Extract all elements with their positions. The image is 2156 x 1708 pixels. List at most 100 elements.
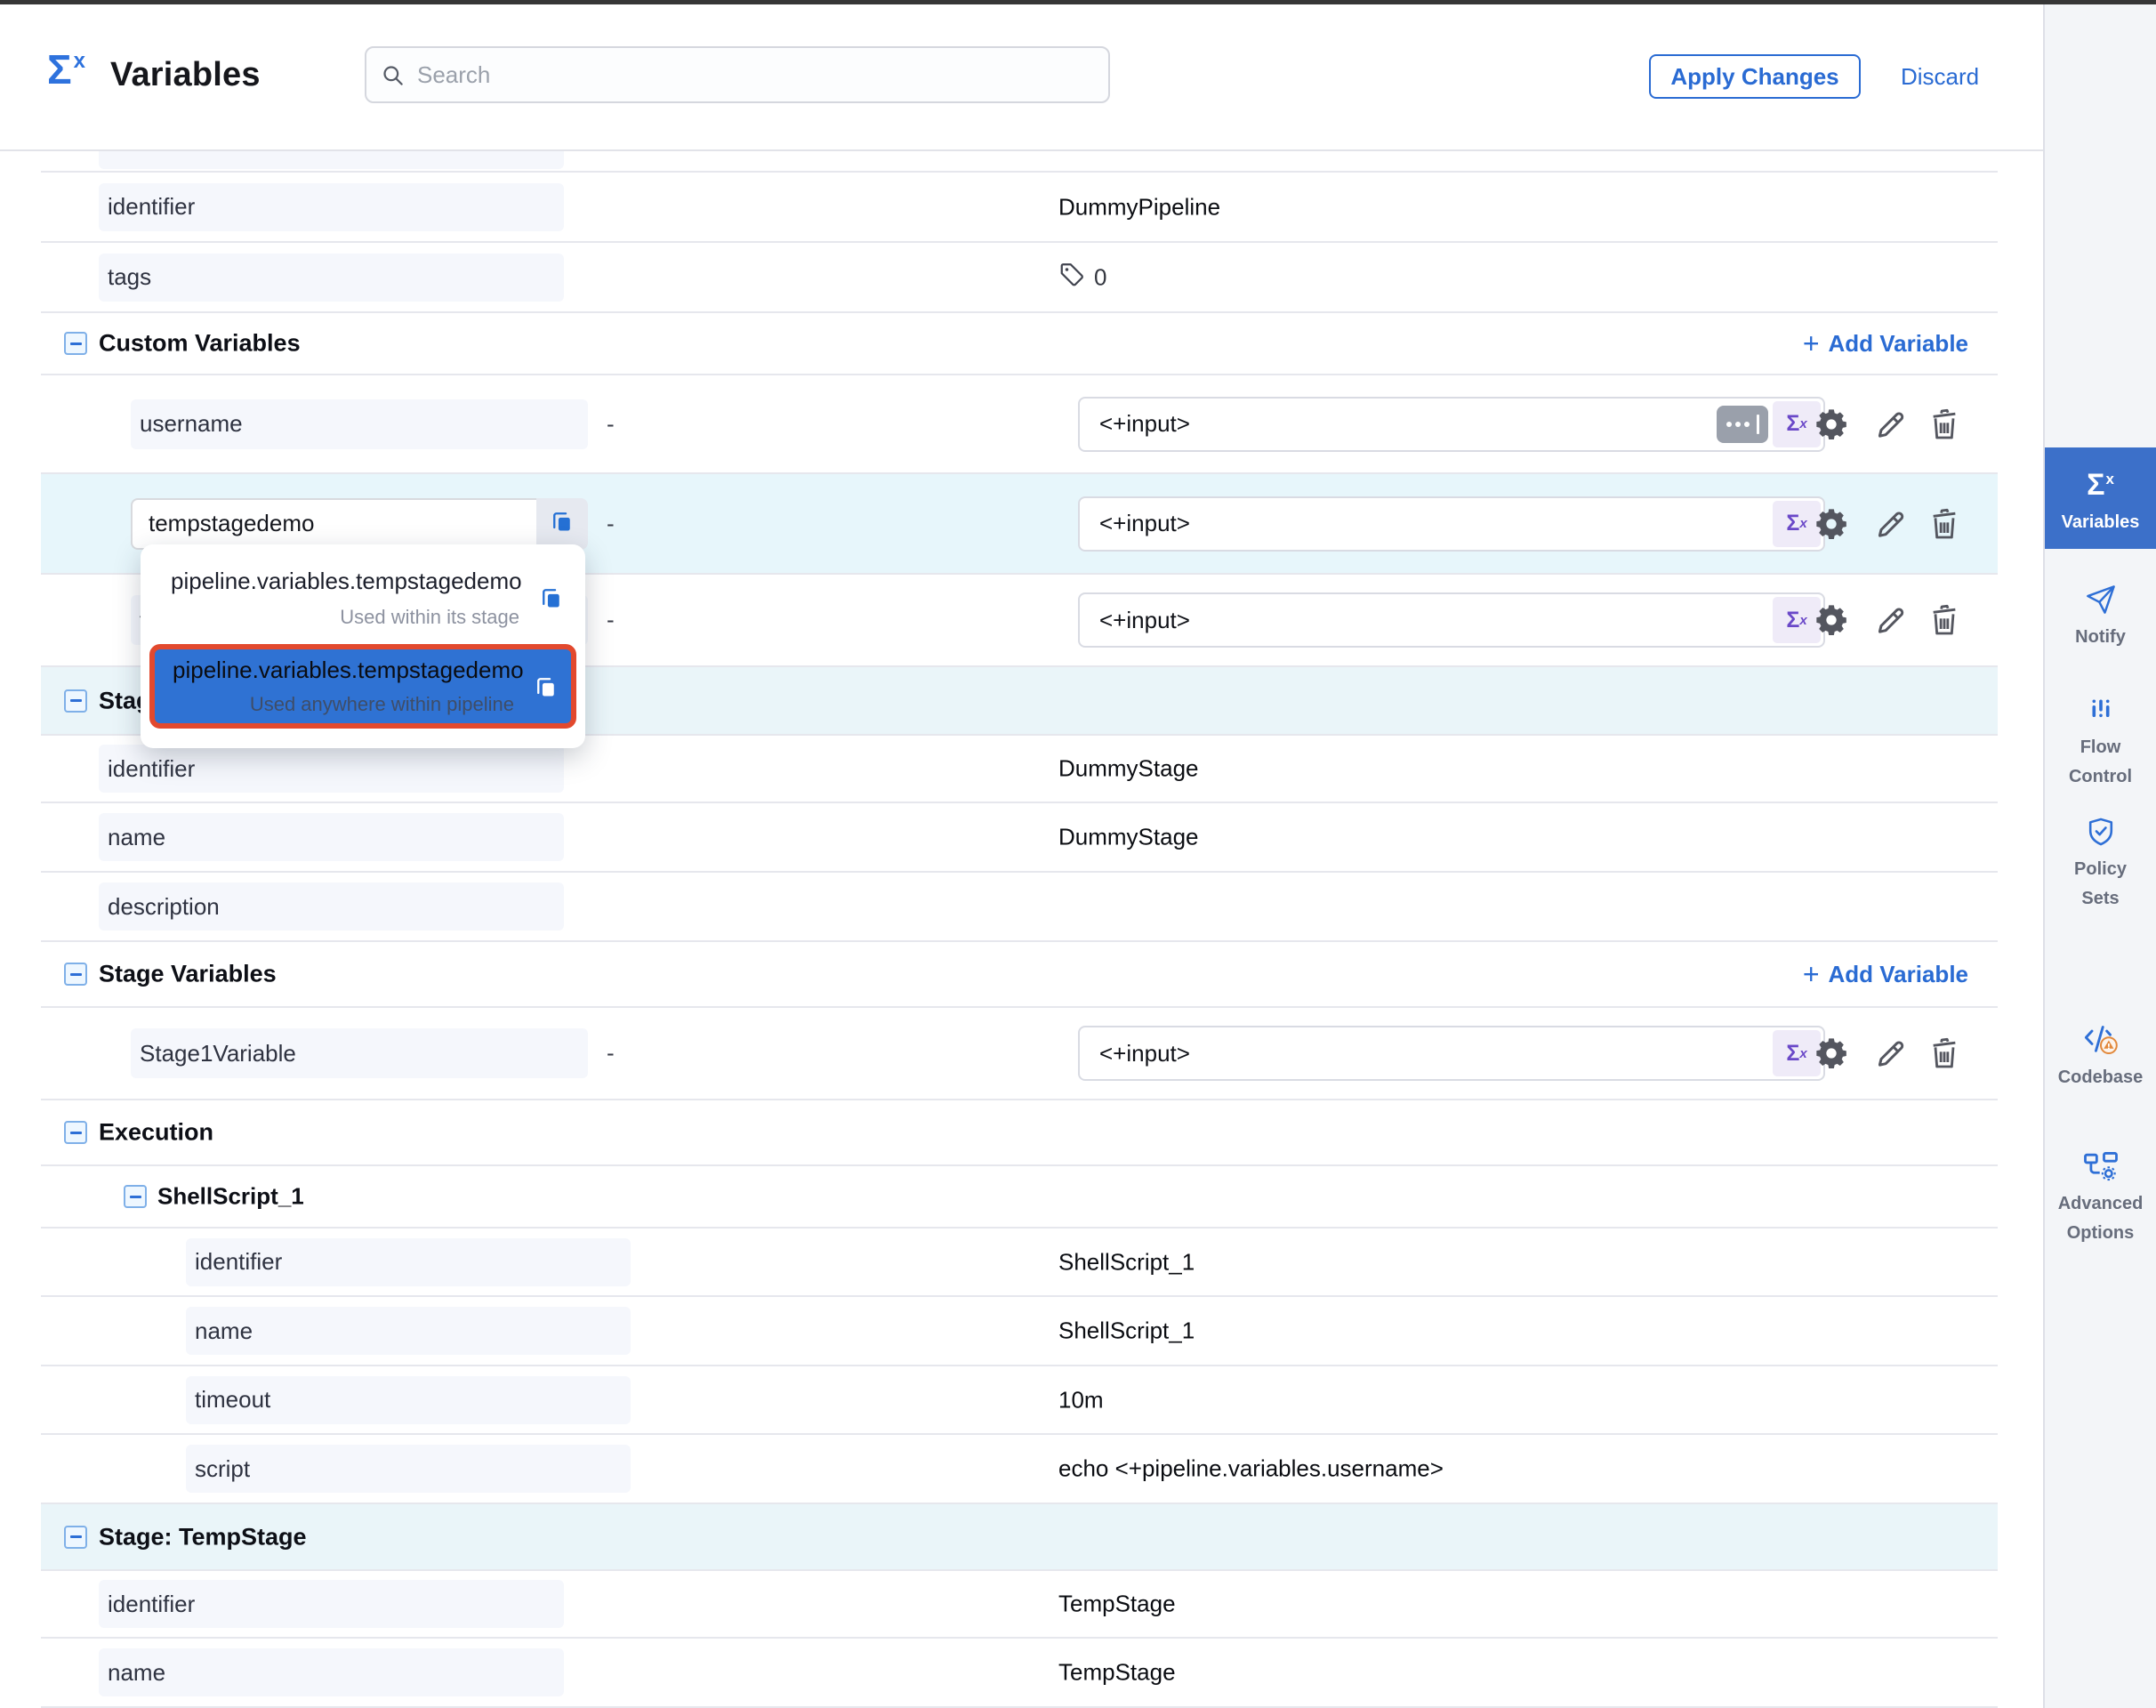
sidebar-item-label: Notify bbox=[2045, 626, 2156, 649]
trash-icon bbox=[1927, 1059, 1962, 1075]
search-placeholder: Search bbox=[417, 61, 490, 89]
copy-menu-item-subtitle: Used within its stage bbox=[149, 606, 527, 629]
variable-value-input[interactable]: <+input>Σx bbox=[1078, 496, 1825, 552]
collapse-minus-icon[interactable] bbox=[64, 689, 87, 713]
variable-value-input[interactable]: <+input>Σx bbox=[1078, 592, 1825, 648]
field-label: name bbox=[195, 1317, 253, 1345]
discard-button[interactable]: Discard bbox=[1901, 63, 1979, 91]
sidebar-item-variables[interactable]: Σx Variables bbox=[2045, 447, 2156, 549]
variable-value-input[interactable]: <+input>Σx bbox=[1078, 1026, 1825, 1081]
sidebar-item-label: Options bbox=[2045, 1222, 2156, 1245]
trash-icon bbox=[1927, 626, 1962, 641]
variable-value-text: <+input> bbox=[1099, 410, 1823, 438]
delete-variable-button[interactable] bbox=[1927, 1035, 1962, 1071]
apply-changes-button[interactable]: Apply Changes bbox=[1649, 54, 1861, 99]
field-value: DummyPipeline bbox=[1058, 193, 1220, 221]
plus-icon: + bbox=[1803, 329, 1820, 358]
sigma-x-icon: Σx bbox=[2045, 465, 2156, 504]
required-dash: - bbox=[607, 510, 615, 537]
field-label-box: timeout bbox=[186, 1376, 631, 1424]
field-label: name bbox=[108, 1659, 165, 1687]
pencil-icon bbox=[1873, 431, 1909, 446]
table-row: scriptecho <+pipeline.variables.username… bbox=[41, 1435, 1998, 1504]
field-label: identifier bbox=[195, 1248, 282, 1276]
add-variable-button[interactable]: +Add Variable bbox=[1803, 329, 1968, 358]
collapse-minus-icon[interactable] bbox=[64, 1526, 87, 1549]
table-row: identifierDummyPipeline bbox=[41, 173, 1998, 243]
edit-variable-button[interactable] bbox=[1873, 1035, 1909, 1071]
collapse-minus-icon[interactable] bbox=[124, 1185, 147, 1208]
variable-value-input[interactable]: <+input>Σx bbox=[1078, 397, 1825, 452]
field-label: timeout bbox=[195, 1386, 270, 1414]
field-label-box: script bbox=[186, 1445, 631, 1493]
required-dash: - bbox=[607, 1040, 615, 1068]
edit-variable-button[interactable] bbox=[1873, 602, 1909, 638]
sidebar-item-label: Variables bbox=[2045, 512, 2156, 534]
section-row: Stage Variables+Add Variable bbox=[41, 942, 1998, 1008]
delete-variable-button[interactable] bbox=[1927, 407, 1962, 442]
variable-settings-button[interactable] bbox=[1814, 1035, 1849, 1071]
ellipsis-badge[interactable] bbox=[1717, 406, 1768, 443]
copy-icon[interactable] bbox=[527, 585, 576, 610]
field-label-box: name bbox=[99, 1648, 564, 1696]
variable-name: Stage1Variable bbox=[140, 1040, 296, 1068]
sidebar-item-label: Control bbox=[2045, 766, 2156, 788]
table-row: name DummyStage bbox=[41, 803, 1998, 873]
copy-name-button[interactable] bbox=[536, 498, 588, 550]
sidebar-item-label: Advanced bbox=[2045, 1193, 2156, 1215]
edit-variable-button[interactable] bbox=[1873, 506, 1909, 542]
variable-name: tempstagedemo bbox=[149, 510, 314, 537]
sidebar-item-advanced-options[interactable]: Advanced Options bbox=[2045, 1147, 2156, 1245]
delete-variable-button[interactable] bbox=[1927, 602, 1962, 638]
collapse-minus-icon[interactable] bbox=[64, 963, 87, 986]
table-row: tags 0 bbox=[41, 243, 1998, 313]
field-label: description bbox=[108, 893, 220, 921]
variable-name-box: username bbox=[131, 399, 588, 449]
sidebar-item-notify[interactable]: Notify bbox=[2045, 580, 2156, 649]
copy-menu-item[interactable]: pipeline.variables.tempstagedemo Used wit… bbox=[149, 552, 576, 644]
copy-menu-item-title: pipeline.variables.tempstagedemo bbox=[173, 657, 521, 684]
copy-menu-item-title: pipeline.variables.tempstagedemo bbox=[171, 568, 527, 595]
variable-settings-button[interactable] bbox=[1814, 602, 1849, 638]
variable-name-input[interactable]: tempstagedemo bbox=[131, 498, 588, 550]
copy-icon[interactable] bbox=[521, 674, 571, 699]
variable-settings-button[interactable] bbox=[1814, 407, 1849, 442]
sidebar-item-label: Policy bbox=[2045, 858, 2156, 881]
variable-name: username bbox=[140, 410, 243, 438]
add-variable-button[interactable]: +Add Variable bbox=[1803, 960, 1968, 988]
partial-label-box bbox=[99, 151, 564, 169]
field-label: identifier bbox=[108, 755, 195, 783]
tags-count: 0 bbox=[1094, 263, 1106, 291]
collapse-minus-icon[interactable] bbox=[64, 332, 87, 355]
trash-icon bbox=[1927, 431, 1962, 446]
sidebar-item-flow-control[interactable]: FlowControl bbox=[2045, 690, 2156, 788]
variable-name-text-box[interactable]: tempstagedemo bbox=[131, 498, 536, 550]
search-input[interactable]: Search bbox=[365, 46, 1110, 103]
table-row: identifierTempStage bbox=[41, 1571, 1998, 1639]
tags-chip[interactable]: 0 bbox=[1058, 261, 1106, 294]
table-row: identifierShellScript_1 bbox=[41, 1229, 1998, 1297]
field-label: name bbox=[108, 824, 165, 851]
field-value: 10m bbox=[1058, 1386, 1104, 1414]
sidebar-item-codebase[interactable]: Codebase bbox=[2045, 1020, 2156, 1089]
field-label-box: description bbox=[99, 882, 564, 931]
copy-menu-item-text: pipeline.variables.tempstagedemo Used wit… bbox=[149, 568, 527, 629]
delete-variable-button[interactable] bbox=[1927, 506, 1962, 542]
table-row: nameShellScript_1 bbox=[41, 1297, 1998, 1366]
copy-menu-item-selected[interactable]: pipeline.variables.tempstagedemoUsed any… bbox=[149, 644, 576, 729]
variable-settings-button[interactable] bbox=[1814, 506, 1849, 542]
section-row: Execution bbox=[41, 1100, 1998, 1166]
edit-variable-button[interactable] bbox=[1873, 407, 1909, 442]
sidebar-item-policy-sets[interactable]: PolicySets bbox=[2045, 812, 2156, 910]
field-label-box: identifier bbox=[186, 1238, 631, 1286]
pencil-icon bbox=[1873, 1059, 1909, 1075]
copy-icon bbox=[550, 509, 575, 538]
paper-plane-icon bbox=[2045, 580, 2156, 619]
field-label: tags bbox=[108, 263, 151, 291]
table-row: DummyPipeline bbox=[41, 149, 1998, 173]
collapse-minus-icon[interactable] bbox=[64, 1121, 87, 1144]
field-value: DummyStage bbox=[1058, 824, 1199, 851]
tag-icon bbox=[1058, 261, 1094, 294]
search-icon bbox=[381, 63, 405, 87]
page-title: Variables bbox=[110, 56, 261, 94]
